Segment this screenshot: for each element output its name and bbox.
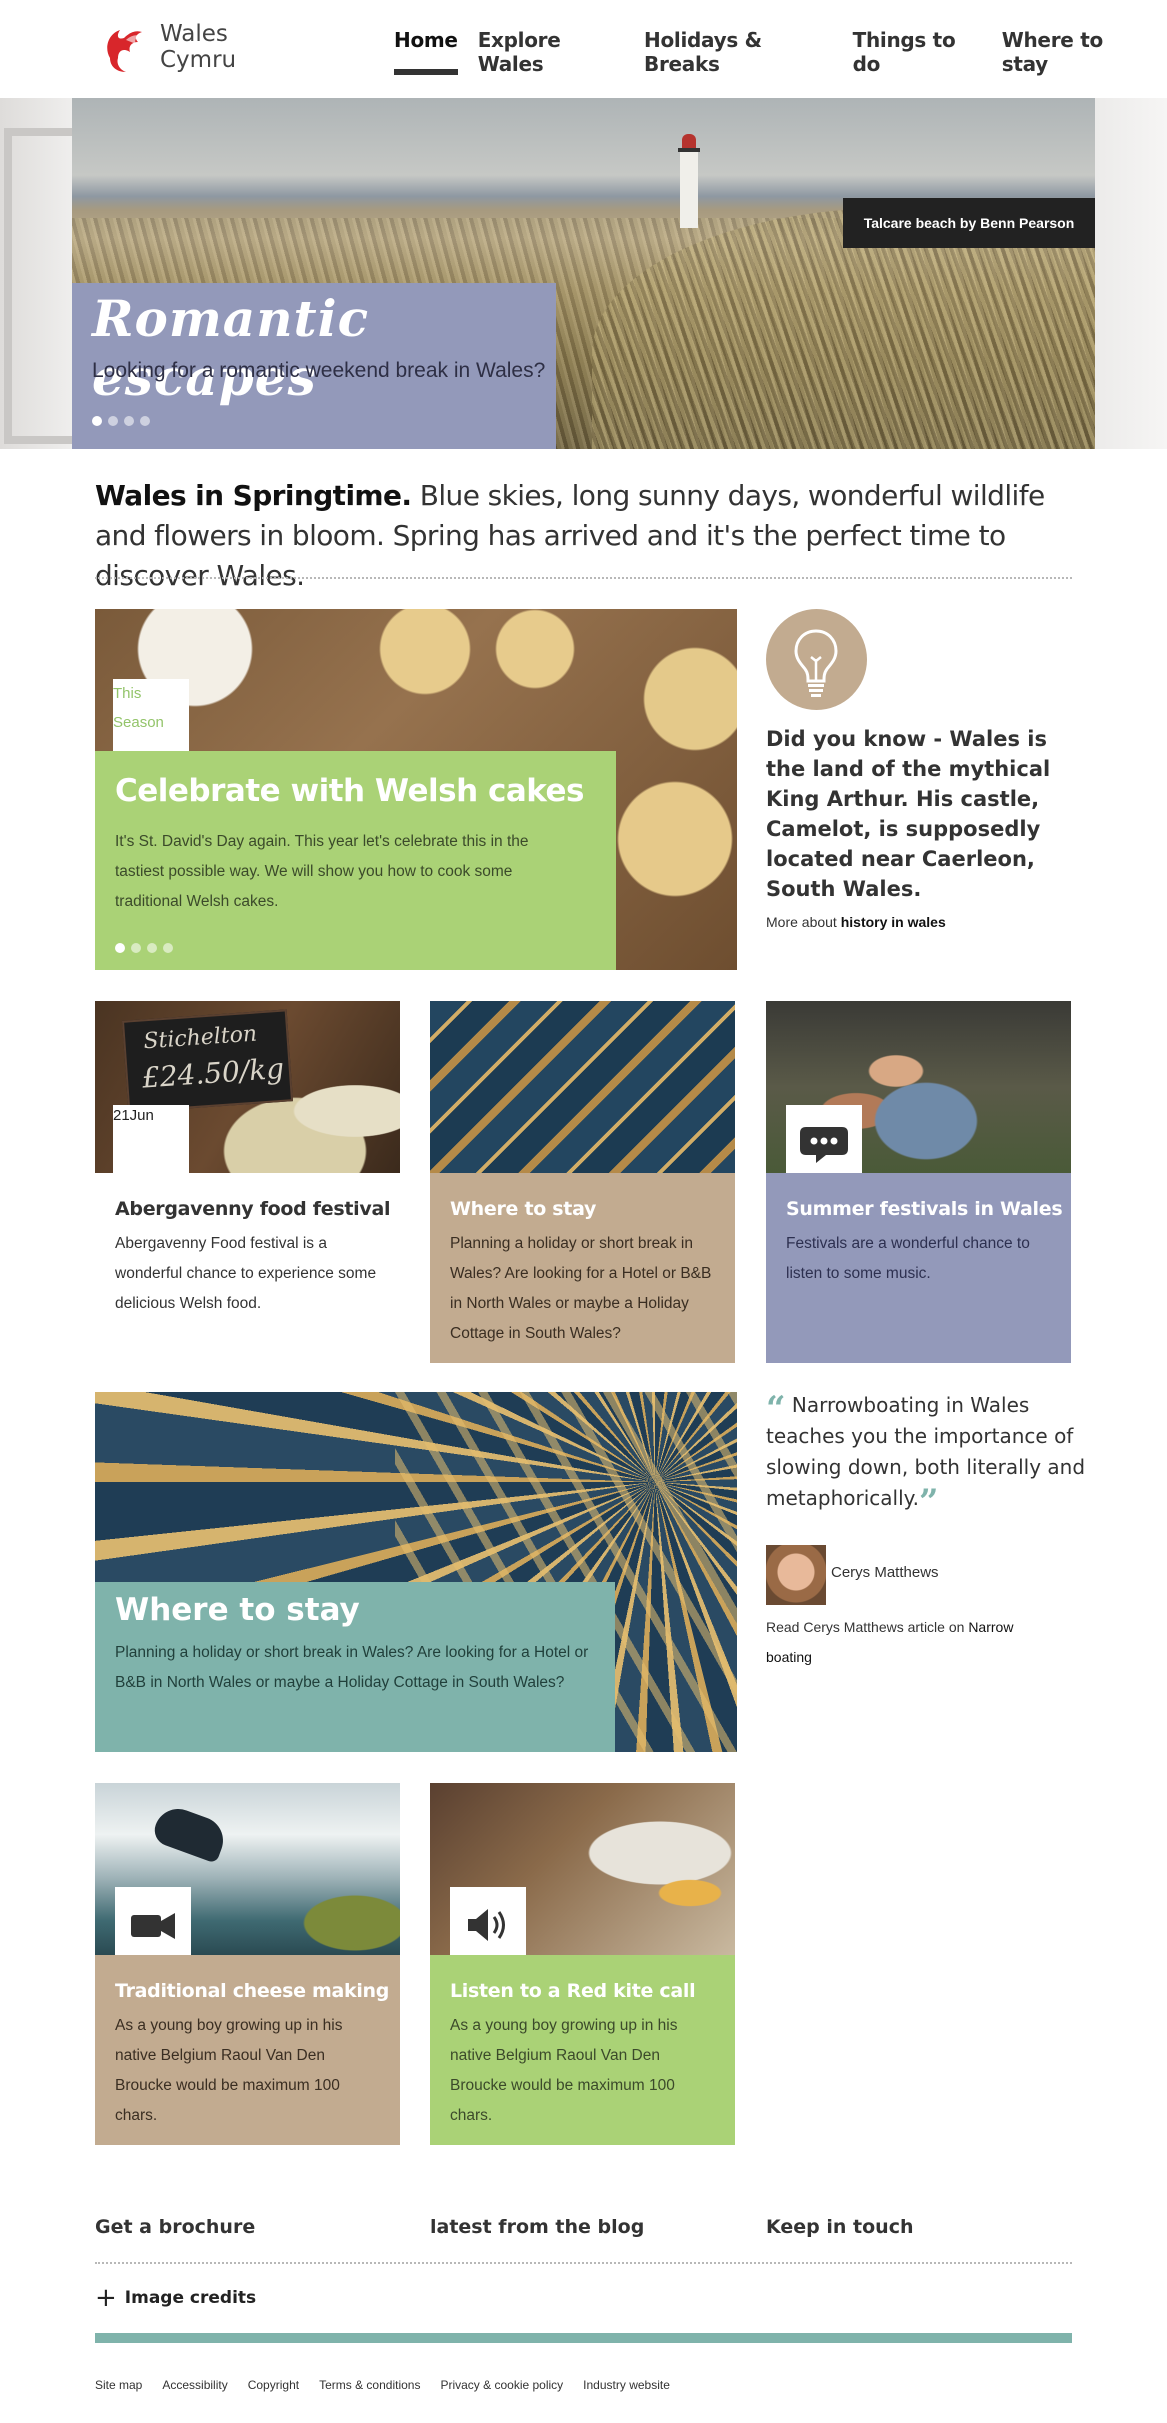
feature-tag: This Season	[113, 679, 189, 755]
nav-holidays-breaks[interactable]: Holidays & Breaks	[644, 28, 833, 76]
quote-author: Cerys Matthews	[831, 1564, 939, 1581]
hero-slide-dots	[92, 416, 156, 426]
footer-link-copyright[interactable]: Copyright	[248, 2378, 299, 2392]
footer-link-accessibility[interactable]: Accessibility	[162, 2378, 227, 2392]
card-where-to-stay[interactable]: Where to stay Planning a holiday or shor…	[430, 1001, 735, 1363]
card-title: Summer festivals in Wales	[786, 1198, 1063, 1220]
history-link-prefix: More about	[766, 914, 841, 930]
history-link-line: More about history in wales	[766, 914, 946, 930]
hero-subtitle: Looking for a romantic weekend break in …	[92, 359, 546, 382]
footer-link-site-map[interactable]: Site map	[95, 2378, 142, 2392]
hero-dot-2[interactable]	[108, 416, 118, 426]
site-header: Wales Cymru Home Explore Wales Holidays …	[0, 0, 1167, 98]
hero-dot-4[interactable]	[140, 416, 150, 426]
footer-link-industry[interactable]: Industry website	[583, 2378, 670, 2392]
footer-bar	[95, 2333, 1072, 2343]
feature-welsh-cakes[interactable]: This Season Celebrate with Welsh cakes I…	[95, 609, 737, 970]
wales-logo[interactable]: Wales Cymru	[96, 18, 236, 76]
feature2-description: Planning a holiday or short break in Wal…	[115, 1644, 589, 1691]
feature-panel: Celebrate with Welsh cakes It's St. Davi…	[95, 751, 616, 970]
card-summer-festivals[interactable]: Summer festivals in Wales Festivals are …	[766, 1001, 1071, 1363]
footer-heading-blog[interactable]: latest from the blog	[430, 2216, 644, 2238]
card-body: Summer festivals in Wales Festivals are …	[766, 1173, 1071, 1363]
ceiling-image	[430, 1001, 735, 1173]
price-sign-price: £24.50/kg	[140, 1051, 286, 1095]
feature-dot-3[interactable]	[147, 943, 157, 953]
feature-dot-2[interactable]	[131, 943, 141, 953]
card-abergavenny[interactable]: Stichelton £24.50/kg 21Jun Abergavenny f…	[95, 1001, 400, 1363]
did-you-know-text: Did you know - Wales is the land of the …	[766, 727, 1051, 901]
footer-links: Site map Accessibility Copyright Terms &…	[95, 2378, 690, 2392]
close-quote-icon: ”	[918, 1482, 939, 1522]
card-text: Festivals are a wonderful chance to list…	[786, 1235, 1030, 1282]
speaker-icon	[450, 1887, 526, 1963]
plus-icon: +	[95, 2283, 117, 2313]
hero-title: Romantic escapes	[92, 289, 370, 407]
hero-caption-panel[interactable]: Romantic escapes Looking for a romantic …	[72, 283, 556, 449]
logo-line-cymru: Cymru	[160, 47, 237, 73]
image-credits-toggle[interactable]: + Image credits	[95, 2283, 257, 2313]
hero-dot-1[interactable]	[92, 416, 102, 426]
footer-link-privacy[interactable]: Privacy & cookie policy	[440, 2378, 563, 2392]
image-credits-label: Image credits	[124, 2288, 257, 2308]
footer-heading-keep-in-touch[interactable]: Keep in touch	[766, 2216, 913, 2238]
quote-block: “ Narrowboating in Wales teaches you the…	[766, 1389, 1086, 1519]
feature-description: It's St. David's Day again. This year le…	[115, 833, 529, 910]
feature-dot-4[interactable]	[163, 943, 173, 953]
history-link[interactable]: history in wales	[841, 914, 946, 930]
card-text: Planning a holiday or short break in Wal…	[450, 1235, 712, 1342]
footer-divider	[95, 2262, 1072, 2264]
card-text: Abergavenny Food festival is a wonderful…	[115, 1235, 377, 1312]
logo-line-wales: Wales	[160, 21, 228, 47]
video-camera-icon	[115, 1887, 191, 1963]
card-text: As a young boy growing up in his native …	[450, 2017, 678, 2124]
intro-lead: Wales in Springtime.	[95, 479, 412, 512]
footer-heading-brochure[interactable]: Get a brochure	[95, 2216, 255, 2238]
feature-where-to-stay[interactable]: Where to stay Planning a holiday or shor…	[95, 1392, 737, 1752]
card-text: As a young boy growing up in his native …	[115, 2017, 343, 2124]
price-sign-name: Stichelton	[142, 1021, 258, 1055]
feature2-title: Where to stay	[115, 1592, 360, 1628]
nav-things-to-do[interactable]: Things to do	[853, 28, 982, 76]
hero-image-credit: Talcare beach by Benn Pearson	[843, 198, 1095, 248]
card-body: Where to stay Planning a holiday or shor…	[430, 1173, 735, 1363]
card-red-kite[interactable]: Listen to a Red kite call As a young boy…	[430, 1783, 735, 2145]
nav-explore-wales[interactable]: Explore Wales	[478, 28, 624, 76]
hero-prev-peek[interactable]	[0, 98, 72, 449]
feature-tag-line1: This	[113, 685, 142, 702]
card-cheese-making[interactable]: Traditional cheese making As a young boy…	[95, 1783, 400, 2145]
hero-next-peek[interactable]	[1095, 98, 1167, 449]
logo-wordmark: Wales Cymru	[160, 21, 236, 73]
feature-tag-line2: Season	[113, 714, 164, 731]
lightbulb-icon	[766, 609, 867, 710]
price-sign: Stichelton £24.50/kg	[121, 1009, 294, 1113]
read-article-prefix: Read Cerys Matthews article on	[766, 1619, 969, 1635]
feature-dot-1[interactable]	[115, 943, 125, 953]
date-box: 21Jun	[113, 1105, 189, 1173]
card-title: Abergavenny food festival	[115, 1198, 391, 1220]
nav-home[interactable]: Home	[394, 28, 458, 76]
card-title: Where to stay	[450, 1198, 597, 1220]
divider	[95, 577, 1072, 579]
read-article-line: Read Cerys Matthews article on Narrow bo…	[766, 1612, 1056, 1672]
nav-where-to-stay[interactable]: Where to stay	[1002, 28, 1147, 76]
card-body: Traditional cheese making As a young boy…	[95, 1955, 400, 2145]
open-quote-icon: “	[766, 1389, 786, 1429]
feature2-panel: Where to stay Planning a holiday or shor…	[95, 1582, 615, 1752]
feature-title: Celebrate with Welsh cakes	[115, 773, 585, 809]
footer-link-terms[interactable]: Terms & conditions	[319, 2378, 420, 2392]
event-date: 21Jun	[113, 1107, 154, 1124]
lighthouse	[676, 128, 702, 228]
hero-dot-3[interactable]	[124, 416, 134, 426]
feature-slide-dots	[115, 943, 179, 953]
main-nav: Home Explore Wales Holidays & Breaks Thi…	[394, 28, 1167, 76]
card-body: Listen to a Red kite call As a young boy…	[430, 1955, 735, 2145]
avatar	[766, 1545, 826, 1605]
card-body: Abergavenny food festival Abergavenny Fo…	[95, 1173, 400, 1363]
card-title: Listen to a Red kite call	[450, 1980, 696, 2002]
card-title: Traditional cheese making	[115, 1980, 390, 2002]
speech-bubble-icon	[786, 1105, 862, 1181]
dragon-icon	[107, 30, 142, 72]
